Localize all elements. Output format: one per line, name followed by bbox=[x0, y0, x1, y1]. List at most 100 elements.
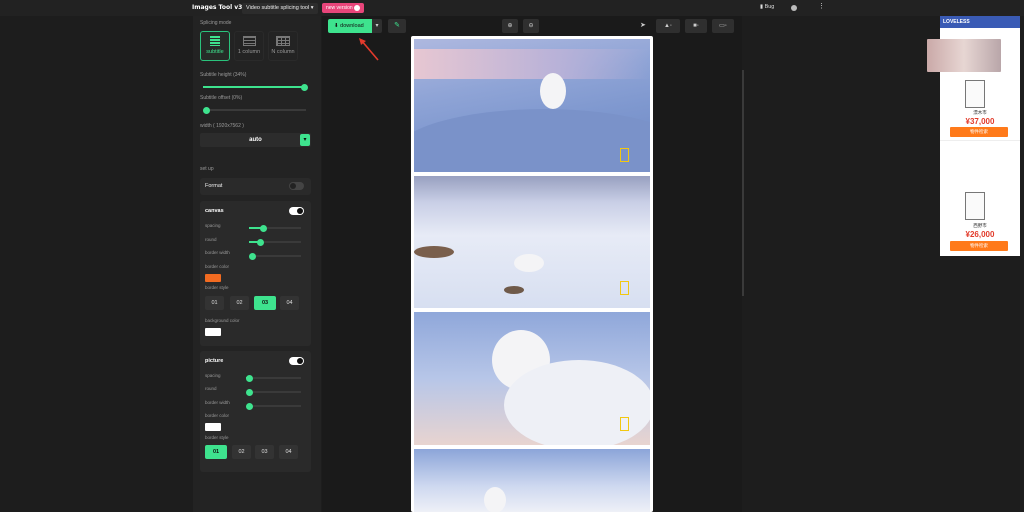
bug-report-button[interactable]: ▮ Bug bbox=[760, 4, 774, 10]
canvas-border-color-swatch[interactable] bbox=[205, 274, 221, 282]
language-globe-icon[interactable] bbox=[791, 5, 797, 11]
download-icon: ⬇ bbox=[334, 23, 339, 29]
ad-search-button-2[interactable]: 物件检索 bbox=[950, 241, 1008, 251]
mode-subtitle-label: subtitle bbox=[206, 49, 224, 55]
subtitle-height-label: Subtitle height (34%) bbox=[200, 72, 247, 78]
canvas-border-width-slider[interactable] bbox=[249, 252, 301, 260]
zoom-out-icon[interactable]: ⊖ bbox=[523, 19, 539, 33]
subtitle-offset-slider[interactable] bbox=[203, 106, 306, 114]
width-value: auto bbox=[249, 137, 262, 143]
canvas-round-slider[interactable] bbox=[249, 238, 301, 246]
frame-image-3 bbox=[414, 312, 650, 445]
canvas-toggle[interactable] bbox=[289, 207, 304, 215]
width-label: width ( 1920x7562 ) bbox=[200, 123, 244, 129]
slider-handle[interactable] bbox=[260, 224, 267, 232]
new-version-label: new version bbox=[326, 5, 353, 11]
mode-1-column-label: 1 column bbox=[237, 49, 261, 55]
width-select[interactable]: auto bbox=[200, 133, 311, 147]
slider-handle[interactable] bbox=[246, 402, 253, 410]
download-label: download bbox=[340, 23, 364, 29]
frame-image-1 bbox=[414, 39, 650, 172]
video-icon[interactable]: ■◦ bbox=[685, 19, 707, 33]
slider-handle[interactable] bbox=[257, 238, 264, 246]
canvas-style-02[interactable]: 02 bbox=[230, 296, 249, 310]
picture-title: picture bbox=[205, 358, 224, 364]
preview-scrollbar[interactable] bbox=[742, 70, 744, 296]
canvas-spacing-label: spacing bbox=[205, 223, 221, 228]
ad-search-button-1[interactable]: 物件检索 bbox=[950, 127, 1008, 137]
subtitle-offset-label: Subtitle offset (0%) bbox=[200, 95, 243, 101]
setup-label: set up bbox=[200, 166, 214, 172]
monitor-icon[interactable]: ▭◦ bbox=[712, 19, 734, 33]
download-options-chevron-icon[interactable]: ▾ bbox=[372, 19, 382, 33]
picture-round-label: round bbox=[205, 386, 217, 391]
canvas-title: canvas bbox=[205, 208, 224, 214]
slider-handle[interactable] bbox=[203, 106, 210, 114]
ad-title: LOVELESS bbox=[940, 16, 1020, 28]
subtitle-height-slider[interactable] bbox=[203, 83, 308, 91]
picture-border-style-label: border style bbox=[205, 435, 229, 440]
tool-selector-dropdown[interactable]: Video subtitle splicing tool ▾ bbox=[242, 3, 318, 14]
mode-subtitle-button[interactable]: subtitle bbox=[200, 31, 230, 61]
mode-n-column-button[interactable]: N column bbox=[268, 31, 298, 61]
picture-settings-card: picture spacing round border width borde… bbox=[200, 351, 311, 472]
slider-handle[interactable] bbox=[249, 252, 256, 260]
picture-border-color-label: border color bbox=[205, 413, 230, 418]
floor-plan-image bbox=[965, 192, 985, 220]
picture-border-width-label: border width bbox=[205, 400, 230, 405]
floor-plan-image bbox=[965, 80, 985, 108]
picture-spacing-slider[interactable] bbox=[246, 374, 301, 382]
picture-toggle[interactable] bbox=[289, 357, 304, 365]
picture-style-01[interactable]: 01 bbox=[205, 445, 227, 459]
slider-handle[interactable] bbox=[246, 388, 253, 396]
bug-label: Bug bbox=[764, 4, 775, 10]
canvas-border-width-label: border width bbox=[205, 250, 230, 255]
picture-border-width-slider[interactable] bbox=[246, 402, 301, 410]
slider-handle[interactable] bbox=[301, 83, 308, 91]
ad-price-2: ¥26,000 bbox=[965, 230, 995, 239]
new-version-button[interactable]: new version bbox=[322, 3, 364, 13]
advertisement-banner[interactable]: LOVELESS 漂木市 ¥37,000 物件检索 西野市 ¥26,000 物件… bbox=[927, 16, 1020, 256]
chat-icon: ▮ bbox=[760, 4, 764, 10]
info-icon bbox=[353, 4, 360, 11]
mode-1-column-button[interactable]: 1 column bbox=[234, 31, 264, 61]
ad-listing-name-2: 西野市 bbox=[973, 223, 987, 228]
canvas-style-03[interactable]: 03 bbox=[254, 296, 276, 310]
canvas-style-01[interactable]: 01 bbox=[205, 296, 224, 310]
canvas-background-color-swatch[interactable] bbox=[205, 328, 221, 336]
canvas-style-04[interactable]: 04 bbox=[280, 296, 299, 310]
canvas-background-color-label: background color bbox=[205, 318, 240, 323]
n-column-icon bbox=[276, 36, 290, 46]
one-column-icon bbox=[242, 36, 256, 46]
picture-style-04[interactable]: 04 bbox=[279, 445, 298, 459]
format-card: Format bbox=[200, 178, 311, 195]
format-toggle[interactable] bbox=[289, 182, 304, 190]
canvas-round-label: round bbox=[205, 237, 217, 242]
zoom-in-icon[interactable]: ⊕ bbox=[502, 19, 518, 33]
canvas-border-color-label: border color bbox=[205, 264, 230, 269]
chevron-down-icon: ▾ bbox=[310, 5, 314, 11]
more-menu-icon[interactable]: ⋮ bbox=[818, 3, 825, 11]
pin-icon[interactable]: ✎ bbox=[388, 19, 406, 33]
top-bar bbox=[0, 0, 1024, 16]
canvas-spacing-slider[interactable] bbox=[249, 224, 301, 232]
subtitle-layout-icon bbox=[210, 36, 220, 46]
ad-listing-name-1: 漂木市 bbox=[973, 110, 987, 115]
picture-style-02[interactable]: 02 bbox=[232, 445, 251, 459]
app-title: Images Tool v3.0 bbox=[192, 4, 249, 11]
send-icon[interactable]: ➤ bbox=[640, 21, 646, 29]
format-label: Format bbox=[205, 183, 223, 189]
mode-n-column-label: N column bbox=[271, 49, 295, 55]
width-dropdown-chevron-icon[interactable]: ▾ bbox=[300, 134, 310, 146]
red-arrow-annotation bbox=[359, 38, 379, 61]
download-button[interactable]: ⬇ download bbox=[328, 19, 373, 33]
canvas-border-style-label: border style bbox=[205, 285, 229, 290]
ad-price-1: ¥37,000 bbox=[965, 117, 995, 126]
image-view-icon[interactable]: ▲◦ bbox=[656, 19, 680, 33]
slider-handle[interactable] bbox=[246, 374, 253, 382]
picture-border-color-swatch[interactable] bbox=[205, 423, 221, 431]
picture-round-slider[interactable] bbox=[246, 388, 301, 396]
canvas-settings-card: canvas spacing round border width border… bbox=[200, 201, 311, 346]
frame-image-4 bbox=[414, 449, 650, 512]
picture-style-03[interactable]: 03 bbox=[255, 445, 274, 459]
